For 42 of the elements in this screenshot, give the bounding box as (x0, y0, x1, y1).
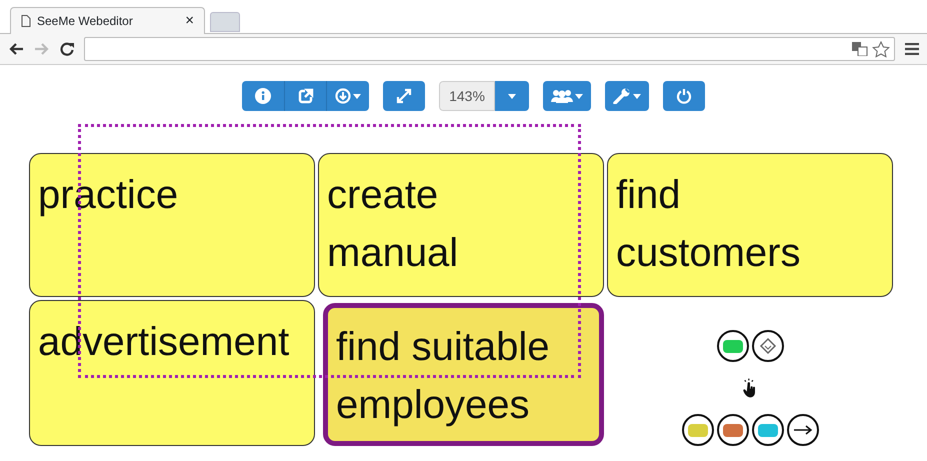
sticky-note[interactable]: practice (29, 153, 315, 297)
star-icon[interactable] (872, 40, 890, 58)
share-icon (298, 88, 314, 104)
menu-icon[interactable] (905, 43, 919, 55)
page-icon (21, 15, 31, 27)
sticky-note[interactable]: create manual (318, 153, 604, 297)
reload-icon[interactable] (60, 42, 74, 56)
zoom-field[interactable]: 143% (439, 81, 495, 111)
power-button[interactable] (663, 81, 705, 111)
arrow-tool[interactable] (786, 414, 818, 446)
power-icon (676, 88, 692, 104)
zoom-dropdown-button[interactable] (495, 81, 529, 111)
share-button[interactable] (284, 81, 326, 111)
color-shape-tool[interactable] (682, 414, 714, 446)
color-shape-tool[interactable] (716, 330, 748, 362)
wrench-dropdown-button[interactable] (605, 81, 649, 111)
download-dropdown-button[interactable] (326, 81, 369, 111)
color-shape-tool[interactable] (752, 414, 784, 446)
caret-icon (353, 94, 361, 98)
browser-tab[interactable]: SeeMe Webeditor × (10, 7, 205, 34)
info-icon (255, 88, 271, 104)
tab-title: SeeMe Webeditor (37, 13, 134, 30)
sticky-note[interactable]: find suitable employees (323, 303, 604, 446)
caret-icon (633, 94, 641, 98)
fullscreen-button[interactable] (383, 81, 425, 111)
back-icon[interactable] (8, 42, 24, 56)
caret-icon (508, 94, 516, 98)
users-dropdown-button[interactable] (543, 81, 591, 111)
caret-icon (575, 94, 583, 98)
expand-icon (396, 88, 412, 104)
info-button[interactable] (242, 81, 284, 111)
arrow-icon (792, 425, 812, 435)
users-icon (551, 89, 573, 103)
color-shape-tool[interactable] (716, 414, 748, 446)
close-tab-button[interactable]: × (185, 10, 194, 32)
sticky-note[interactable]: advertisement (29, 300, 315, 446)
diamond-icon (758, 337, 776, 355)
stamp-tool[interactable] (752, 330, 784, 362)
sticky-note[interactable]: find customers (607, 153, 893, 297)
wrench-icon (613, 88, 631, 104)
download-icon (335, 88, 351, 104)
translate-icon[interactable] (852, 42, 868, 56)
